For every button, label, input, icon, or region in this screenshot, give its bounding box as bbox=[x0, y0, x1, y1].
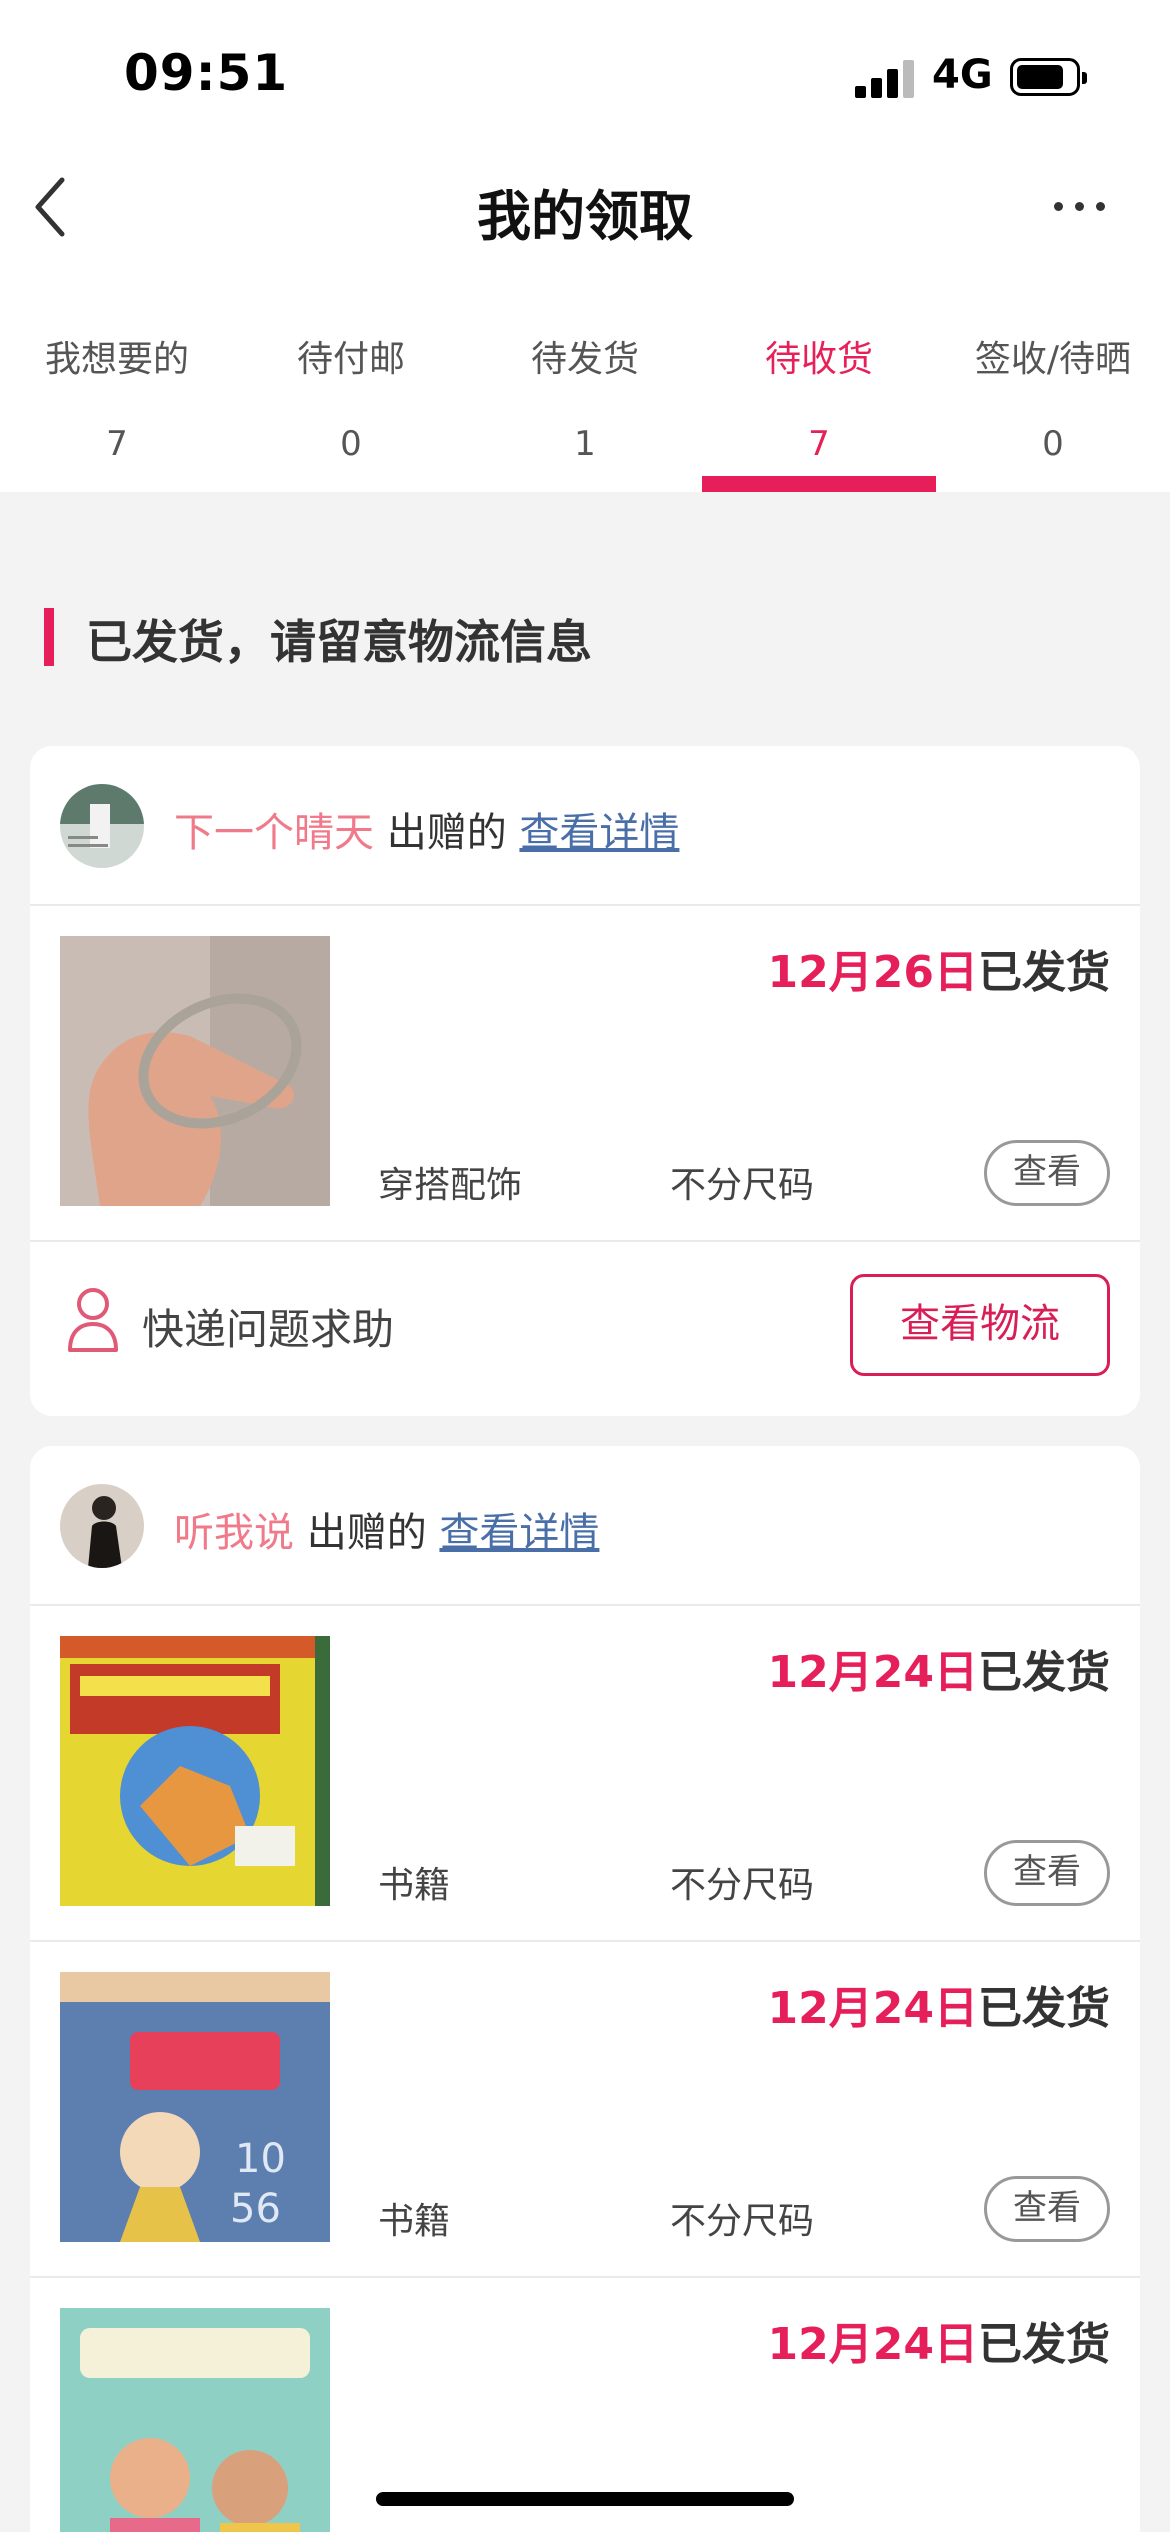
gift-label: 出赠的 bbox=[306, 1510, 427, 1556]
shipping-date: 12月24日已发货 bbox=[768, 2308, 1110, 2372]
item-image[interactable]: 10 56 bbox=[60, 1972, 330, 2242]
date-value: 12月24日 bbox=[767, 2319, 978, 2370]
tab-pending-shipment[interactable]: 待发货 1 bbox=[468, 320, 702, 492]
tab-label: 我想要的 bbox=[44, 339, 189, 380]
tab-count: 7 bbox=[106, 424, 128, 464]
tab-count: 1 bbox=[574, 424, 596, 464]
page-title: 我的领取 bbox=[477, 185, 693, 248]
svg-text:56: 56 bbox=[230, 2186, 281, 2232]
shipping-date: 12月24日已发货 bbox=[768, 1972, 1110, 2036]
shipping-status: 已发货 bbox=[978, 947, 1110, 998]
avatar[interactable] bbox=[60, 784, 144, 868]
header-area: 09:51 4G 我的领取 我想要的 7 待付邮 0 待发货 1 待收货 7 签… bbox=[0, 0, 1170, 492]
tab-pending-postage[interactable]: 待付邮 0 bbox=[234, 320, 468, 492]
item-category: 书籍 bbox=[378, 2201, 451, 2242]
battery-icon bbox=[1010, 58, 1087, 96]
signal-icon bbox=[855, 58, 915, 98]
list-item[interactable]: 10 56 12月24日已发货 书籍 不分尺码 查看 bbox=[30, 1942, 1140, 2278]
order-card: 下一个晴天 出赠的 查看详情 12月26日已发货 穿搭配饰 不分尺码 查看 快递… bbox=[30, 746, 1140, 1416]
person-icon bbox=[68, 1288, 118, 1352]
more-button[interactable] bbox=[1050, 190, 1110, 220]
item-image[interactable] bbox=[60, 1636, 330, 1906]
tab-label: 签收/待晒 bbox=[974, 339, 1132, 380]
help-row: 快递问题求助 查看物流 bbox=[30, 1242, 1140, 1412]
more-icon bbox=[1054, 202, 1063, 211]
item-size: 不分尺码 bbox=[670, 2201, 815, 2242]
section-accent-bar bbox=[44, 608, 54, 666]
shipping-status: 已发货 bbox=[978, 1983, 1110, 2034]
express-help-link[interactable]: 快递问题求助 bbox=[142, 1296, 394, 1357]
network-label: 4G bbox=[932, 52, 993, 98]
item-category: 穿搭配饰 bbox=[378, 1165, 523, 1206]
view-logistics-button[interactable]: 查看物流 bbox=[850, 1274, 1110, 1376]
tab-pending-receipt[interactable]: 待收货 7 bbox=[702, 320, 936, 492]
tab-label: 待收货 bbox=[764, 339, 873, 380]
card-header: 下一个晴天 出赠的 查看详情 bbox=[30, 746, 1140, 906]
tab-want[interactable]: 我想要的 7 bbox=[0, 320, 234, 492]
view-details-link[interactable]: 查看详情 bbox=[519, 810, 679, 856]
date-value: 12月26日 bbox=[767, 947, 978, 998]
date-value: 12月24日 bbox=[767, 1983, 978, 2034]
tab-signed[interactable]: 签收/待晒 0 bbox=[936, 320, 1170, 492]
gift-label: 出赠的 bbox=[386, 810, 507, 856]
list-item[interactable]: 12月26日已发货 穿搭配饰 不分尺码 查看 bbox=[30, 906, 1140, 1242]
tab-label: 待发货 bbox=[530, 339, 639, 380]
shipping-date: 12月24日已发货 bbox=[768, 1636, 1110, 1700]
status-tabs: 我想要的 7 待付邮 0 待发货 1 待收货 7 签收/待晒 0 bbox=[0, 320, 1170, 492]
tab-count: 0 bbox=[340, 424, 362, 464]
item-size: 不分尺码 bbox=[670, 1165, 815, 1206]
shipping-status: 已发货 bbox=[978, 2319, 1110, 2370]
item-image[interactable] bbox=[60, 2308, 330, 2532]
shipping-date: 12月26日已发货 bbox=[768, 936, 1110, 1000]
order-card: 听我说 出赠的 查看详情 12月24日已发货 书籍 不分尺码 查看 10 56 … bbox=[30, 1446, 1140, 2532]
giver-name[interactable]: 下一个晴天 bbox=[174, 810, 374, 856]
view-button[interactable]: 查看 bbox=[984, 1140, 1110, 1206]
giver-line: 下一个晴天 出赠的 查看详情 bbox=[174, 800, 679, 858]
list-item[interactable]: 12月24日已发货 书籍 不分尺码 查看 bbox=[30, 1606, 1140, 1942]
tab-count: 7 bbox=[808, 424, 830, 464]
tab-count: 0 bbox=[1042, 424, 1064, 464]
shipping-status: 已发货 bbox=[978, 1647, 1110, 1698]
avatar[interactable] bbox=[60, 1484, 144, 1568]
home-indicator[interactable] bbox=[376, 2492, 794, 2506]
giver-line: 听我说 出赠的 查看详情 bbox=[174, 1500, 599, 1558]
view-details-link[interactable]: 查看详情 bbox=[439, 1510, 599, 1556]
card-header: 听我说 出赠的 查看详情 bbox=[30, 1446, 1140, 1606]
section-title: 已发货，请留意物流信息 bbox=[86, 615, 592, 669]
item-category: 书籍 bbox=[378, 1865, 451, 1906]
giver-name[interactable]: 听我说 bbox=[174, 1510, 294, 1556]
view-button[interactable]: 查看 bbox=[984, 1840, 1110, 1906]
status-time: 09:51 bbox=[124, 44, 289, 102]
date-value: 12月24日 bbox=[767, 1647, 978, 1698]
view-button[interactable]: 查看 bbox=[984, 2176, 1110, 2242]
item-image[interactable] bbox=[60, 936, 330, 1206]
svg-text:10: 10 bbox=[235, 2136, 286, 2182]
item-size: 不分尺码 bbox=[670, 1865, 815, 1906]
tab-label: 待付邮 bbox=[296, 339, 405, 380]
